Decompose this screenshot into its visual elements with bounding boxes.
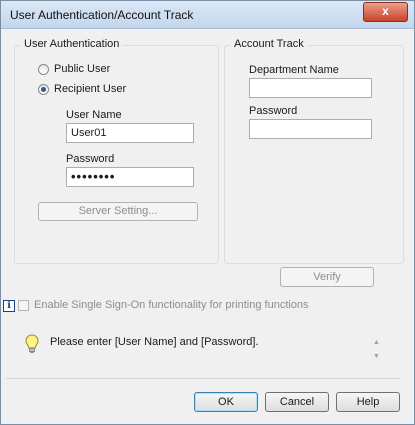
user-authentication-group: User Authentication Public User Recipien… <box>14 38 219 264</box>
verify-button[interactable]: Verify <box>280 267 374 287</box>
message-scroll-down-icon[interactable]: ▼ <box>373 353 380 360</box>
account-track-legend: Account Track <box>231 38 307 50</box>
window-title: User Authentication/Account Track <box>10 8 194 22</box>
title-bar[interactable]: User Authentication/Account Track x <box>1 1 414 29</box>
footer-separator <box>6 378 401 379</box>
dialog-content: User Authentication Public User Recipien… <box>3 29 406 417</box>
cancel-button[interactable]: Cancel <box>265 392 329 412</box>
help-button[interactable]: Help <box>336 392 400 412</box>
recipient-user-label: Recipient User <box>54 83 127 95</box>
public-user-radio[interactable] <box>38 63 49 75</box>
department-name-label: Department Name <box>249 64 339 76</box>
public-user-option[interactable]: Public User <box>38 63 110 75</box>
account-password-label: Password <box>249 105 298 117</box>
public-user-label: Public User <box>54 63 111 75</box>
ok-button[interactable]: OK <box>194 392 258 412</box>
info-icon: i <box>3 300 15 312</box>
department-name-input[interactable] <box>249 78 372 98</box>
user-name-label: User Name <box>66 109 122 121</box>
close-button[interactable]: x <box>363 2 408 22</box>
close-icon: x <box>382 4 389 18</box>
message-scroll-up-icon[interactable]: ▲ <box>373 339 380 346</box>
account-track-group: Account Track Department Name Password <box>224 38 404 264</box>
dialog-window: User Authentication/Account Track x User… <box>0 0 415 425</box>
sso-label: Enable Single Sign-On functionality for … <box>34 299 309 311</box>
recipient-user-radio[interactable] <box>38 83 49 95</box>
password-label: Password <box>66 153 115 165</box>
recipient-user-option[interactable]: Recipient User <box>38 83 126 95</box>
account-password-input[interactable] <box>249 119 372 139</box>
user-name-input[interactable]: User01 <box>66 123 194 143</box>
sso-checkbox[interactable] <box>18 300 29 311</box>
message-text: Please enter [User Name] and [Password]. <box>50 336 259 348</box>
lightbulb-icon <box>25 334 39 353</box>
user-authentication-legend: User Authentication <box>21 38 123 50</box>
server-setting-button[interactable]: Server Setting... <box>38 202 198 221</box>
password-input[interactable]: •••••••• <box>66 167 194 187</box>
message-area: Please enter [User Name] and [Password]. <box>25 329 371 369</box>
